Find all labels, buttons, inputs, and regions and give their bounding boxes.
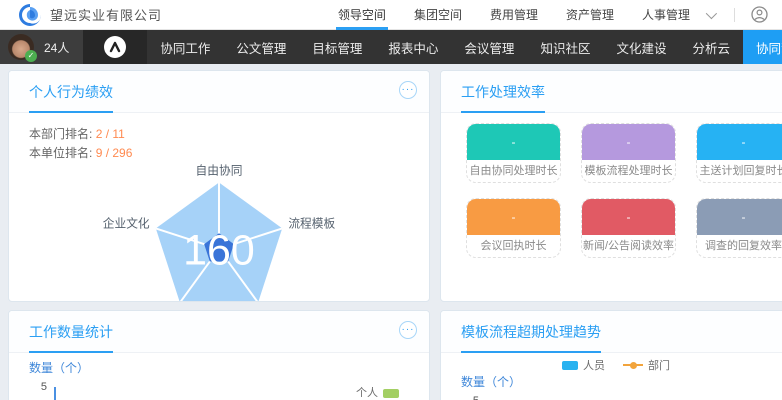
- topbar-item-group-space[interactable]: 集团空间: [414, 0, 462, 30]
- nav-item-collab-work[interactable]: 协同工作: [147, 30, 223, 64]
- panel-trend-title: 模板流程超期处理趋势: [461, 322, 601, 353]
- kpi-value: -: [467, 124, 560, 160]
- y-tick-5: 5: [23, 381, 47, 393]
- workcount-chart[interactable]: 数量（个） 5 4 个人 部门: [9, 353, 429, 400]
- panel-efficiency-header: 工作处理效率: [441, 71, 782, 113]
- nav-home-segment: [83, 30, 147, 64]
- rank-summary: 本部门排名: 2 / 11 本单位排名: 9 / 296: [9, 113, 429, 163]
- kpi-value: -: [582, 199, 675, 235]
- panel-efficiency-title: 工作处理效率: [461, 82, 545, 113]
- kpi-value: -: [582, 124, 675, 160]
- kpi-card-news-read-efficiency[interactable]: - 新闻/公告阅读效率: [581, 198, 676, 258]
- legend-rect-swatch: [562, 361, 578, 370]
- topbar-item-asset-mgmt[interactable]: 资产管理: [566, 0, 614, 30]
- kpi-label: 自由协同处理时长: [467, 160, 560, 182]
- plot-region: 5 4 个人 部门: [23, 379, 413, 400]
- unit-rank-value: 9 / 296: [96, 146, 133, 160]
- y-axis-line: [54, 387, 56, 400]
- legend-label: 人员: [583, 357, 605, 373]
- nav-item-collab-cockpit[interactable]: 协同驾驶舱: [743, 30, 782, 64]
- panel-workcount-title: 工作数量统计: [29, 322, 113, 353]
- legend-label: 部门: [648, 357, 670, 373]
- kpi-card-plan-reply-duration[interactable]: - 主送计划回复时长: [696, 123, 782, 183]
- kpi-card-free-collab-duration[interactable]: - 自由协同处理时长: [466, 123, 561, 183]
- nav-item-knowledge-community[interactable]: 知识社区: [527, 30, 603, 64]
- main-nav-bar: ✓ 24人 协同工作 公文管理 目标管理 报表中心 会议管理 知识社区 文化建设…: [0, 30, 782, 64]
- kpi-label: 会议回执时长: [467, 235, 560, 257]
- panel-trend-header: 模板流程超期处理趋势: [441, 311, 782, 353]
- people-count[interactable]: 24人: [44, 39, 69, 56]
- dept-rank-row: 本部门排名: 2 / 11: [29, 125, 429, 144]
- plot-region: 5 4: [455, 393, 775, 400]
- nav-item-meeting-mgmt[interactable]: 会议管理: [451, 30, 527, 64]
- panel-template-overdue-trend: 模板流程超期处理趋势 人员 部门 数量（个） 5 4: [440, 310, 782, 400]
- user-circle-icon[interactable]: [751, 6, 768, 23]
- kpi-card-meeting-receipt-duration[interactable]: - 会议回执时长: [466, 198, 561, 258]
- online-status-badge: ✓: [25, 50, 37, 62]
- chart-legend: 个人 部门: [352, 385, 399, 400]
- panel-personal-behavior: 个人行为绩效 ··· 本部门排名: 2 / 11 本单位排名: 9 / 296 …: [8, 70, 430, 302]
- y-tick-5: 5: [455, 395, 479, 400]
- kpi-label: 主送计划回复时长: [697, 160, 782, 182]
- user-avatar[interactable]: ✓: [8, 34, 34, 60]
- kpi-label: 调查的回复效率: [697, 235, 782, 257]
- radar-chart[interactable]: 自由协同 流程模板 日常工作 知识积累 企业文化 160: [9, 161, 429, 302]
- kpi-value: -: [697, 199, 782, 235]
- kpi-cards: - 自由协同处理时长 - 模板流程处理时长 - 主送计划回复时长 - 会议回执时…: [441, 113, 782, 258]
- dept-rank-label: 本部门排名:: [29, 127, 92, 141]
- panel-work-count: 工作数量统计 ··· 数量（个） 5 4 个人 部门: [8, 310, 430, 400]
- panel-personal-header: 个人行为绩效 ···: [9, 71, 429, 113]
- kpi-label: 模板流程处理时长: [582, 160, 675, 182]
- legend-item-people[interactable]: 人员: [562, 357, 605, 373]
- panel-workcount-header: 工作数量统计 ···: [9, 311, 429, 353]
- trend-chart[interactable]: 人员 部门 数量（个） 5 4: [441, 353, 782, 400]
- nav-item-report-center[interactable]: 报表中心: [375, 30, 451, 64]
- topbar-divider: [734, 8, 735, 22]
- y-axis-label: 数量（个）: [29, 359, 413, 376]
- panel-work-efficiency: 工作处理效率 - 自由协同处理时长 - 模板流程处理时长 - 主送计划回复时长 …: [440, 70, 782, 302]
- company-name: 望远实业有限公司: [50, 5, 162, 24]
- top-bar: 望远实业有限公司 领导空间 集团空间 费用管理 资产管理 人事管理: [0, 0, 782, 30]
- more-options-button[interactable]: ···: [399, 81, 417, 99]
- dept-rank-value: 2 / 11: [96, 127, 125, 141]
- legend-item-personal[interactable]: 个人: [352, 385, 399, 400]
- nav-user-segment: ✓ 24人: [0, 30, 83, 64]
- company-logo-icon: [18, 3, 42, 27]
- kpi-card-survey-reply-efficiency[interactable]: - 调查的回复效率: [696, 198, 782, 258]
- unit-rank-label: 本单位排名:: [29, 146, 92, 160]
- chart-legend: 人员 部门: [441, 357, 782, 373]
- kpi-card-template-flow-duration[interactable]: - 模板流程处理时长: [581, 123, 676, 183]
- radar-label-culture: 企业文化: [103, 216, 150, 230]
- more-options-button[interactable]: ···: [399, 321, 417, 339]
- nav-menu: 协同工作 公文管理 目标管理 报表中心 会议管理 知识社区 文化建设 分析云 协…: [147, 30, 782, 64]
- legend-rect-swatch: [383, 389, 399, 398]
- radar-label-free-collab: 自由协同: [196, 164, 243, 178]
- chevron-down-icon[interactable]: [706, 7, 717, 18]
- topbar-item-leader-space[interactable]: 领导空间: [338, 0, 386, 30]
- nav-item-culture[interactable]: 文化建设: [603, 30, 679, 64]
- radar-score: 160: [183, 227, 255, 275]
- y-axis-label: 数量（个）: [461, 373, 775, 390]
- legend-label: 个人: [356, 385, 378, 400]
- panel-personal-title: 个人行为绩效: [29, 82, 113, 113]
- nav-item-analysis-cloud[interactable]: 分析云: [679, 30, 743, 64]
- kpi-value: -: [467, 199, 560, 235]
- topbar-item-expense-mgmt[interactable]: 费用管理: [490, 0, 538, 30]
- legend-item-department[interactable]: 部门: [623, 357, 670, 373]
- radar-label-flow-template: 流程模板: [288, 216, 335, 230]
- legend-linedot-swatch: [623, 361, 643, 370]
- caret-up-circle-icon[interactable]: [104, 36, 126, 58]
- kpi-label: 新闻/公告阅读效率: [582, 235, 675, 257]
- nav-item-goal-mgmt[interactable]: 目标管理: [299, 30, 375, 64]
- nav-item-doc-mgmt[interactable]: 公文管理: [223, 30, 299, 64]
- topbar-item-hr-mgmt[interactable]: 人事管理: [642, 0, 690, 30]
- kpi-value: -: [697, 124, 782, 160]
